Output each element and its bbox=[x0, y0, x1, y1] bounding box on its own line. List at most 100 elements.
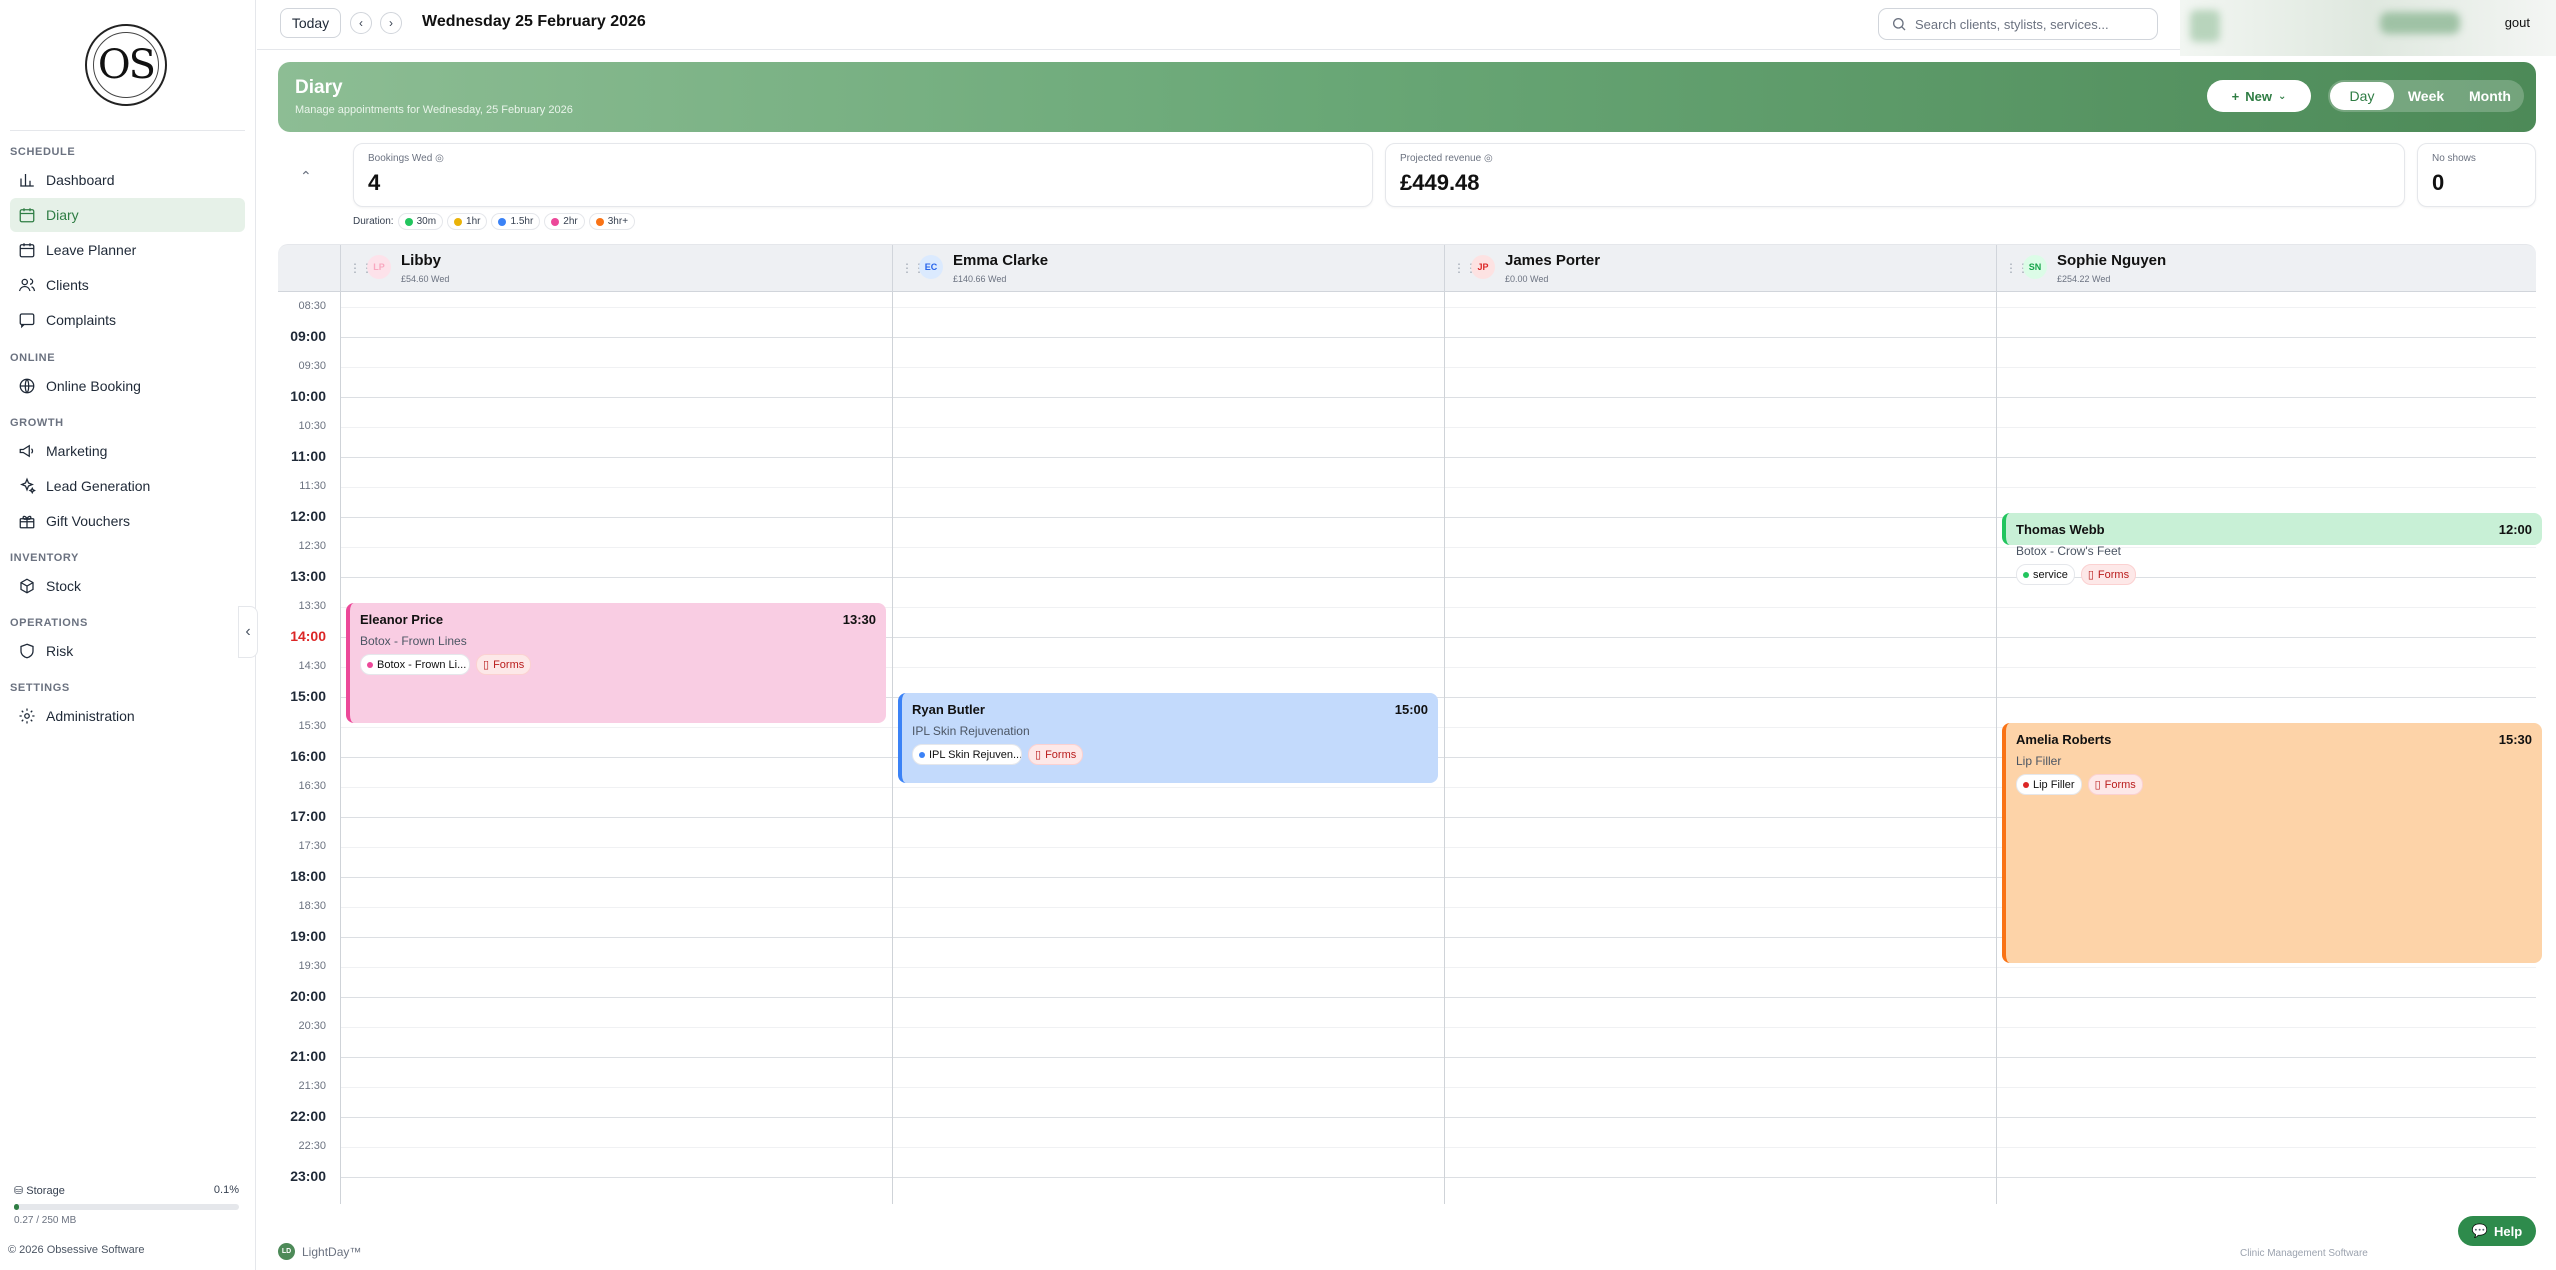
grid-line bbox=[340, 397, 2536, 398]
sidebar-item-dashboard[interactable]: Dashboard bbox=[10, 163, 245, 197]
today-button[interactable]: Today bbox=[280, 8, 341, 38]
forms-button[interactable]: ▯ Forms bbox=[2087, 774, 2143, 795]
appointment-service: Lip Filler bbox=[2016, 754, 2062, 768]
sidebar-item-online-booking[interactable]: Online Booking bbox=[10, 369, 245, 403]
appointment-client: Thomas Webb bbox=[2016, 522, 2105, 537]
collapse-stats-button[interactable]: ⌃ bbox=[300, 168, 312, 185]
staff-column-header[interactable]: ⋮⋮ JP James Porter £0.00 Wed bbox=[1444, 245, 1996, 293]
storage-percent: 0.1% bbox=[213, 1184, 239, 1196]
service-dot bbox=[2023, 571, 2029, 578]
sidebar-item-label: Risk bbox=[46, 643, 74, 659]
prev-day-button[interactable]: ‹ bbox=[350, 12, 372, 34]
sidebar-item-administration[interactable]: Administration bbox=[10, 699, 245, 733]
sidebar-item-label: Gift Vouchers bbox=[46, 513, 131, 529]
app-root: OS SCHEDULE ONLINE GROWTH INVENTORY OPERATIO… bbox=[0, 0, 2556, 1270]
stat-value: £449.48 bbox=[1400, 170, 1480, 195]
service-tag: service bbox=[2016, 564, 2075, 585]
sidebar-item-complaints[interactable]: Complaints bbox=[10, 303, 245, 337]
forms-button[interactable]: ▯ Forms bbox=[476, 654, 532, 675]
service-tag: Botox - Frown Li... bbox=[360, 654, 470, 675]
grid-line bbox=[340, 427, 2536, 428]
appointment-service: Botox - Crow's Feet bbox=[2016, 544, 2121, 558]
sidebar-item-lead-generation[interactable]: Lead Generation bbox=[10, 469, 245, 503]
grid-line bbox=[340, 1147, 2536, 1148]
view-week-button[interactable]: Week bbox=[2394, 82, 2458, 110]
duration-chip-label: 3hr+ bbox=[607, 216, 629, 227]
staff-column-header[interactable]: ⋮⋮ LP Libby £54.60 Wed bbox=[340, 245, 892, 293]
grid-line bbox=[340, 1117, 2536, 1118]
grid-line bbox=[340, 1027, 2536, 1028]
avatar bbox=[2190, 10, 2220, 42]
appointment-card[interactable]: Thomas Webb 12:00 Botox - Crow's Feet servi… bbox=[2002, 513, 2542, 585]
appointment-card[interactable]: Eleanor Price 13:30 Botox - Frown Lines Bot… bbox=[346, 603, 886, 723]
appointment-tags: IPL Skin Rejuven... ▯ Forms bbox=[912, 744, 1084, 765]
staff-column-header[interactable]: ⋮⋮ EC Emma Clarke £140.66 Wed bbox=[892, 245, 1444, 293]
avatar: SN bbox=[2023, 255, 2047, 279]
appointment-client: Ryan Butler bbox=[912, 702, 985, 717]
appointment-service: IPL Skin Rejuvenation bbox=[912, 724, 1030, 738]
sidebar-item-clients[interactable]: Clients bbox=[10, 268, 245, 302]
sidebar-item-risk[interactable]: Risk bbox=[10, 634, 245, 668]
sidebar: OS SCHEDULE ONLINE GROWTH INVENTORY OPERATIO… bbox=[0, 0, 256, 1270]
time-label: 10:00 bbox=[290, 388, 326, 404]
view-day-button[interactable]: Day bbox=[2330, 82, 2394, 110]
forms-button[interactable]: ▯ Forms bbox=[2080, 564, 2137, 585]
duration-chip: 1hr bbox=[447, 213, 488, 230]
nav-section-growth: GROWTH bbox=[10, 417, 64, 429]
message-icon bbox=[19, 313, 35, 329]
brand-logo[interactable]: OS bbox=[85, 24, 167, 106]
chevron-left-icon: ‹ bbox=[245, 623, 251, 640]
duration-chip: 3hr+ bbox=[588, 213, 636, 230]
grid-line bbox=[340, 997, 2536, 998]
box-icon bbox=[20, 578, 34, 594]
grid-line bbox=[340, 967, 2536, 968]
appointment-time: 12:00 bbox=[2498, 522, 2532, 537]
avatar: LP bbox=[367, 255, 391, 279]
service-tag: Lip Filler bbox=[2016, 774, 2082, 795]
page-title: Diary bbox=[295, 77, 343, 98]
grid-line bbox=[340, 487, 2536, 488]
duration-dot bbox=[454, 217, 463, 226]
staff-name: Libby bbox=[401, 252, 441, 269]
sidebar-item-label: Dashboard bbox=[46, 172, 115, 188]
collapse-sidebar-button[interactable]: ‹ bbox=[238, 606, 258, 658]
sidebar-item-diary[interactable]: Diary bbox=[10, 198, 245, 232]
service-tag-label: service bbox=[2033, 568, 2068, 581]
time-label: 10:30 bbox=[298, 420, 326, 432]
forms-label: Forms bbox=[2104, 778, 2136, 791]
logout-button[interactable]: gout bbox=[2505, 15, 2530, 30]
column-divider bbox=[1996, 292, 1997, 1204]
forms-button[interactable]: ▯ Forms bbox=[1028, 744, 1084, 765]
search-input[interactable]: Search clients, stylists, services... bbox=[1878, 8, 2158, 40]
gift-icon bbox=[19, 515, 35, 529]
new-appointment-button[interactable]: + New ⌄ bbox=[2207, 80, 2311, 112]
time-label: 09:30 bbox=[298, 360, 326, 372]
stat-label: Projected revenue ◎ bbox=[1400, 153, 1493, 164]
staff-column-header[interactable]: ⋮⋮ SN Sophie Nguyen £254.22 Wed bbox=[1996, 245, 2548, 293]
view-toggle: Day Week Month bbox=[2328, 80, 2524, 112]
storage-bar-fill bbox=[14, 1204, 19, 1210]
appointment-card[interactable]: Amelia Roberts 15:30 Lip Filler Lip Filler ▯… bbox=[2002, 723, 2542, 963]
service-tag-label: IPL Skin Rejuven... bbox=[929, 748, 1022, 761]
sidebar-item-leave-planner[interactable]: Leave Planner bbox=[10, 233, 245, 267]
new-label: New bbox=[2245, 88, 2272, 104]
time-label: 19:00 bbox=[290, 928, 326, 944]
stat-label: No shows bbox=[2432, 153, 2476, 164]
time-label: 18:30 bbox=[298, 900, 326, 912]
sidebar-item-stock[interactable]: Stock bbox=[10, 569, 245, 603]
staff-name: Sophie Nguyen bbox=[2057, 252, 2167, 269]
gear-icon bbox=[19, 708, 35, 724]
next-day-button[interactable]: › bbox=[380, 12, 402, 34]
duration-chip: 2hr bbox=[544, 213, 585, 230]
chart-icon bbox=[20, 174, 34, 187]
chevron-right-icon: › bbox=[389, 16, 393, 30]
grid-line bbox=[340, 547, 2536, 548]
appointment-card[interactable]: Ryan Butler 15:00 IPL Skin Rejuvenation IPL… bbox=[898, 693, 1438, 783]
sidebar-item-gift-vouchers[interactable]: Gift Vouchers bbox=[10, 504, 245, 538]
time-label: 11:30 bbox=[299, 480, 326, 492]
sidebar-item-marketing[interactable]: Marketing bbox=[10, 434, 245, 468]
view-month-button[interactable]: Month bbox=[2458, 82, 2522, 110]
duration-chip-label: 2hr bbox=[563, 216, 578, 227]
help-button[interactable]: 💬 Help bbox=[2458, 1216, 2536, 1246]
document-icon: ▯ bbox=[1035, 749, 1042, 761]
